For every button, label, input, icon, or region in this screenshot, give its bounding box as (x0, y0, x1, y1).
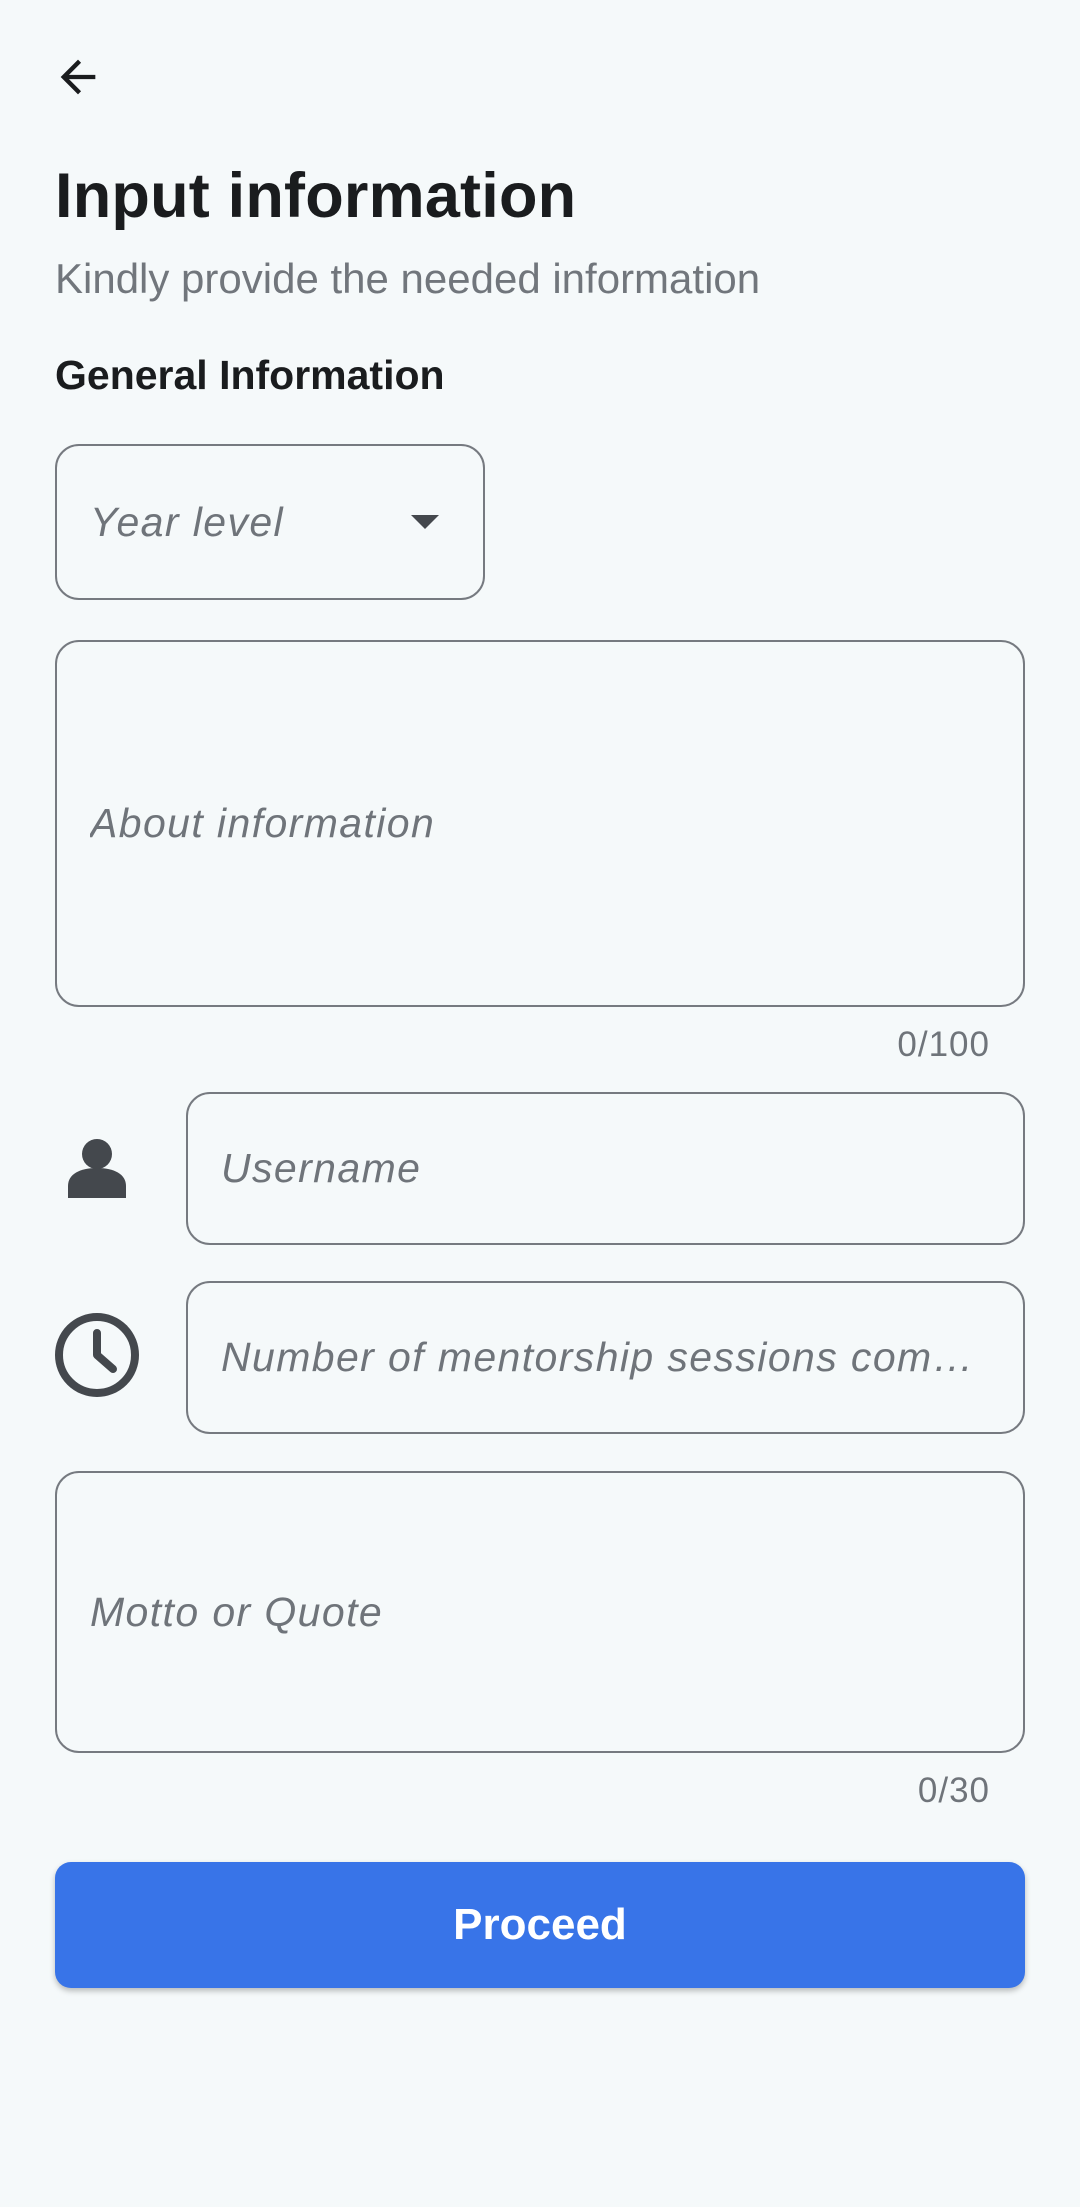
motto-placeholder: Motto or Quote (90, 1588, 384, 1635)
arrow-left-icon (52, 51, 104, 108)
section-label-general: General Information (55, 352, 445, 398)
dropdown-arrow-icon (411, 515, 439, 529)
motto-char-counter: 0/30 (917, 1771, 990, 1810)
clock-icon (52, 1310, 142, 1400)
page-subtitle: Kindly provide the needed information (55, 255, 761, 302)
about-char-counter: 0/100 (897, 1025, 990, 1064)
about-textarea[interactable]: About information (55, 640, 1025, 1007)
sessions-placeholder: Number of mentorship sessions completed (221, 1334, 993, 1380)
sessions-input[interactable]: Number of mentorship sessions completed (186, 1281, 1025, 1434)
username-input[interactable]: Username (186, 1092, 1025, 1245)
year-level-dropdown[interactable]: Year level (55, 444, 485, 600)
username-placeholder: Username (221, 1145, 422, 1191)
person-icon (55, 1125, 139, 1209)
proceed-button[interactable]: Proceed (55, 1862, 1025, 1988)
motto-textarea[interactable]: Motto or Quote (55, 1471, 1025, 1753)
about-placeholder: About information (90, 800, 436, 846)
year-level-placeholder: Year level (90, 498, 285, 545)
back-button[interactable] (41, 42, 115, 116)
page-title: Input information (55, 161, 577, 231)
